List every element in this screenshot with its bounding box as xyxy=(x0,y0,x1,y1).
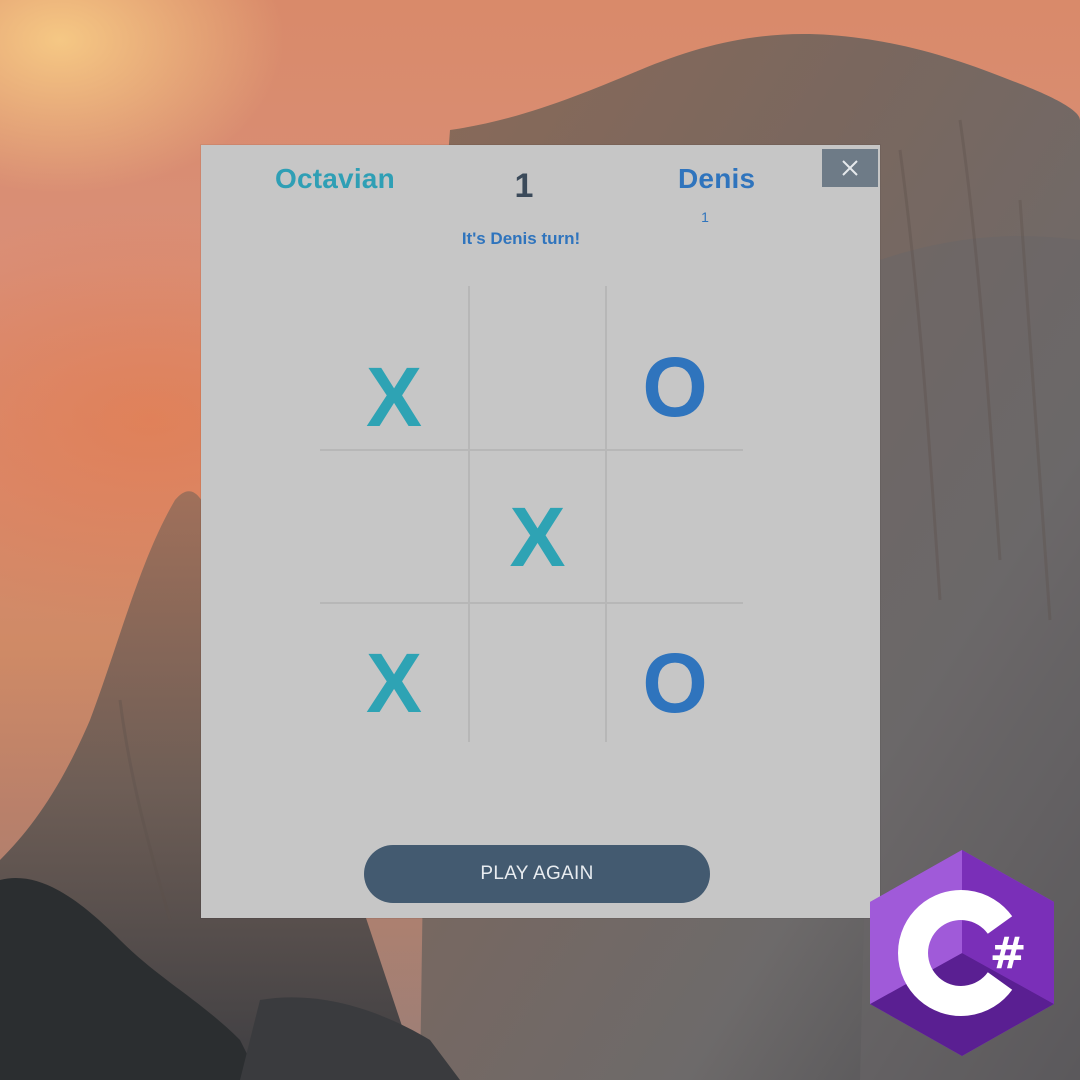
board-cell-1[interactable] xyxy=(470,286,605,449)
player2-name: Denis xyxy=(678,163,756,194)
turn-status: It's Denis turn! xyxy=(461,229,581,248)
board-cell-8[interactable]: O xyxy=(607,604,743,742)
play-again-button[interactable]: PLAY AGAIN xyxy=(364,845,710,903)
board-cell-4[interactable]: X xyxy=(470,451,605,602)
board-cell-7[interactable] xyxy=(470,604,605,742)
board-cell-3[interactable] xyxy=(320,451,468,602)
close-button[interactable] xyxy=(822,149,878,187)
player1-name: Octavian xyxy=(275,163,395,194)
close-icon xyxy=(842,160,858,176)
csharp-logo: # xyxy=(870,850,1054,1056)
board-cell-2[interactable]: O xyxy=(607,286,743,449)
csharp-logo-hash: # xyxy=(990,928,1027,979)
board-cell-6[interactable]: X xyxy=(320,604,468,742)
board-cell-5[interactable] xyxy=(607,451,743,602)
player2-score: 1 xyxy=(701,209,709,225)
tic-tac-toe-window: Octavian 1 Denis 1 It's Denis turn! X O … xyxy=(201,145,880,918)
board-cell-0[interactable]: X xyxy=(320,286,468,449)
game-board: X O X X O xyxy=(320,286,743,742)
player1-score: 1 xyxy=(514,167,534,205)
